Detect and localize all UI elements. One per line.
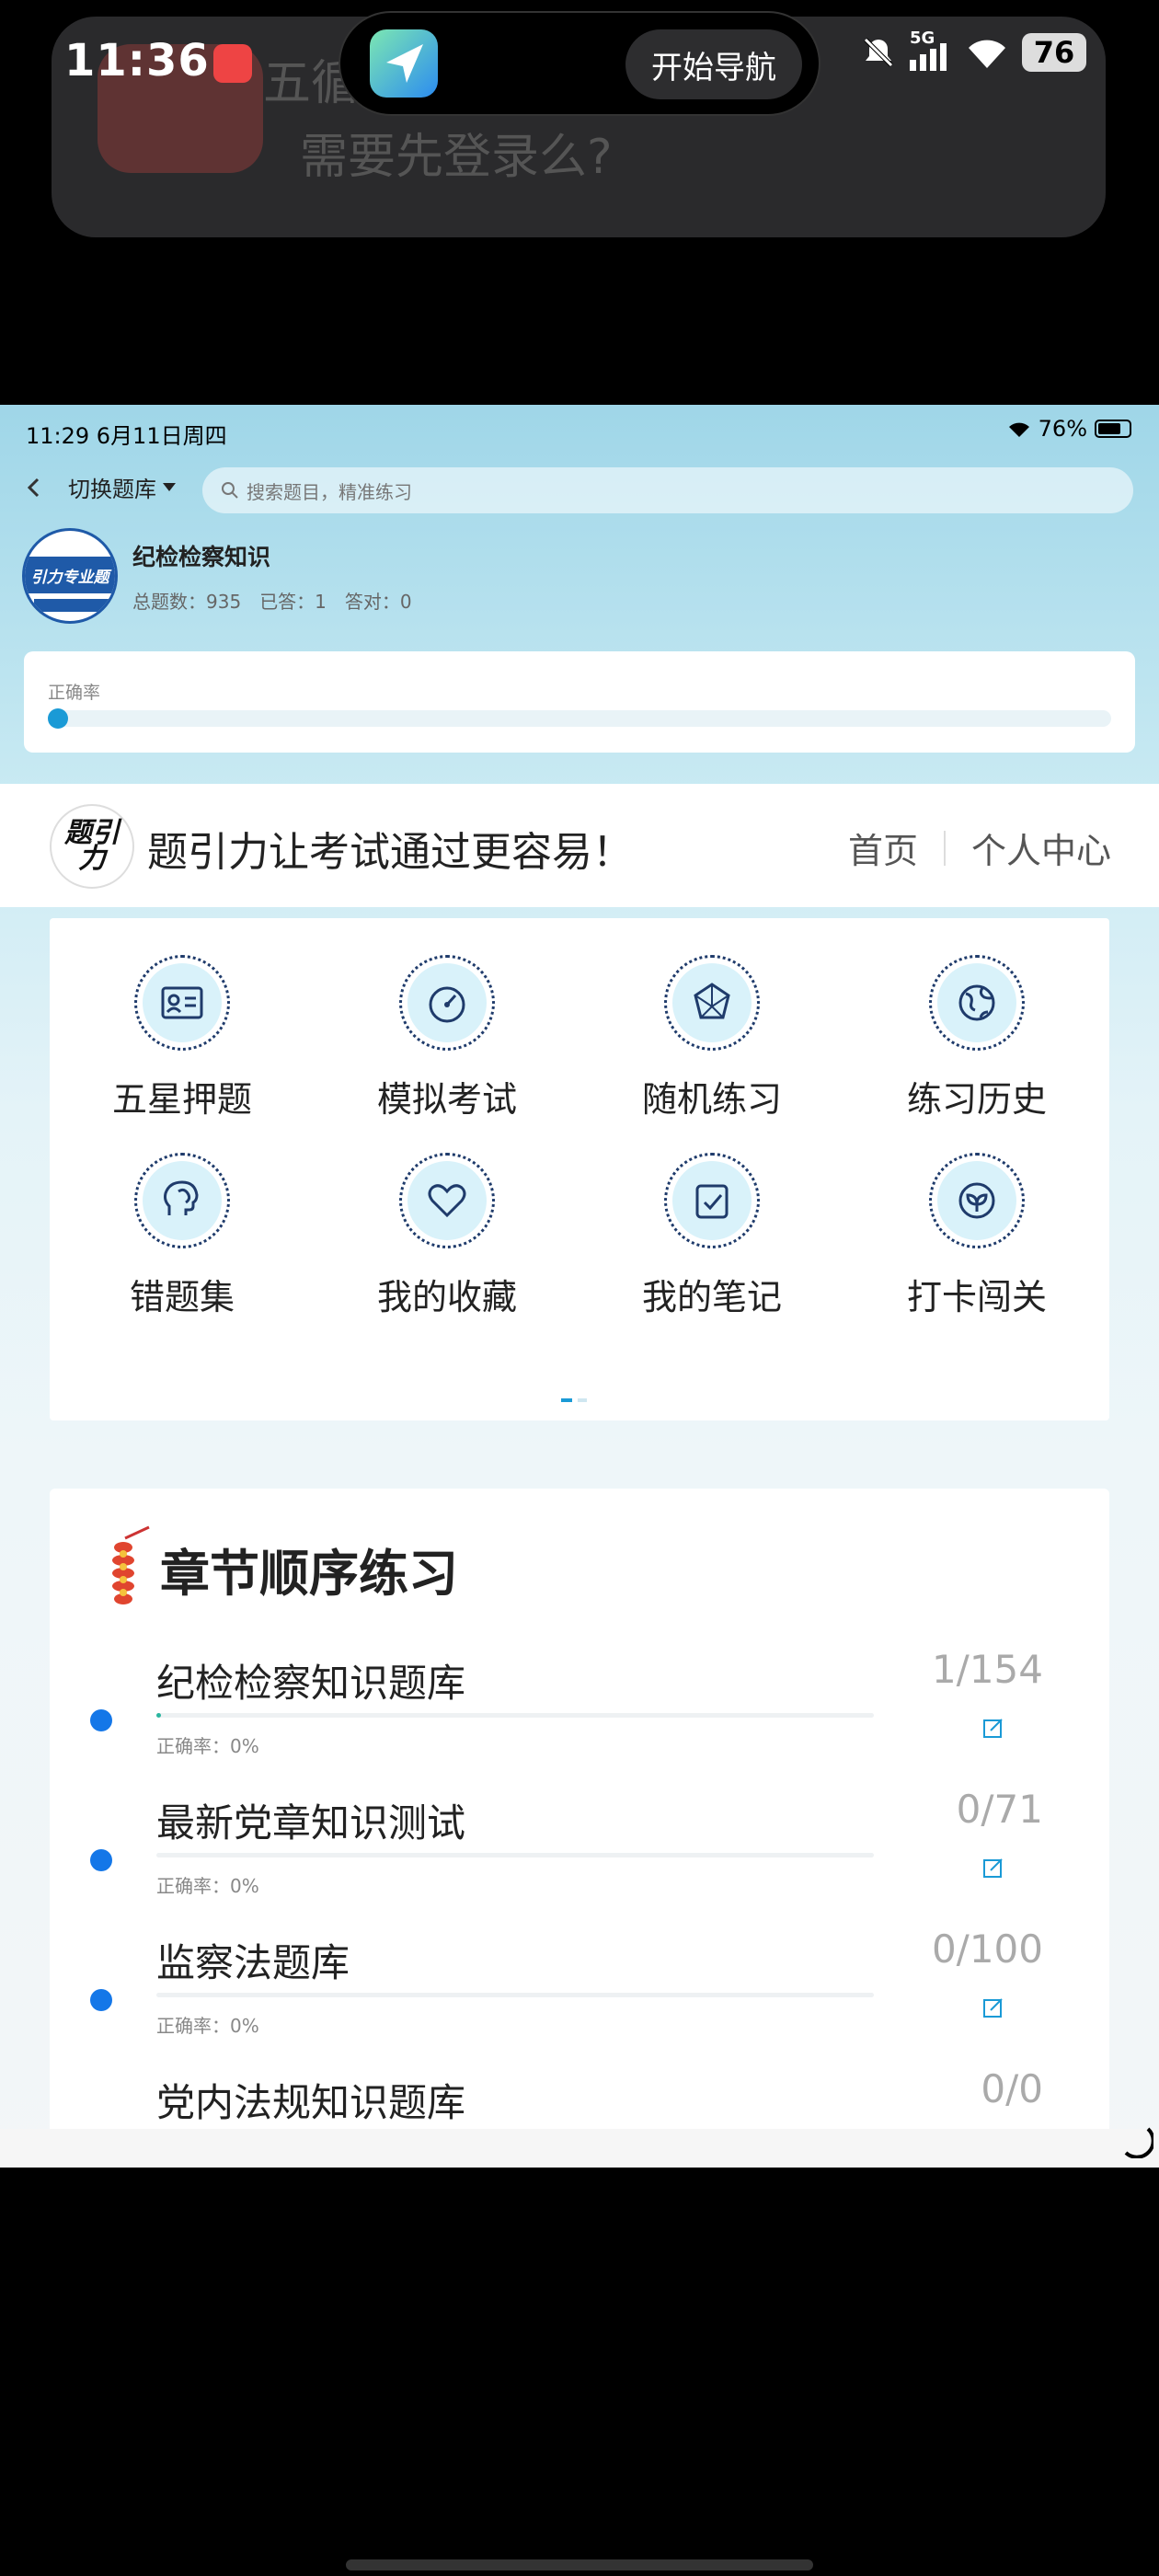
page-indicator (561, 1398, 587, 1402)
app-bottom-bar (0, 2129, 1159, 2168)
feature-history[interactable]: 练习历史 (844, 955, 1109, 1121)
chapter-count: 1/154 (931, 1647, 1043, 1692)
accuracy-progress-dot (48, 708, 68, 729)
brand-slogan: 题引力让考试通过更容易！ (147, 829, 633, 876)
chapter-section-title: 章节顺序练习 (160, 1544, 458, 1603)
battery-indicator: 76 (1022, 33, 1086, 72)
edit-icon[interactable] (982, 1717, 1004, 1739)
notification-body: 需要先登录么? (300, 130, 613, 185)
battery-percent: 76% (1038, 416, 1087, 442)
wifi-icon (969, 40, 1005, 68)
firecracker-icon (112, 1525, 150, 1604)
home-indicator[interactable] (346, 2559, 813, 2570)
feature-notes[interactable]: 我的笔记 (580, 1153, 844, 1319)
search-icon (222, 482, 238, 499)
chapter-progress-bar (156, 1853, 874, 1857)
edit-icon[interactable] (982, 1996, 1004, 2018)
feature-grid-card: 五星押题 模拟考试 随机练习 练习历史 错题集 我的收藏 我的笔记 打卡闯关 (50, 918, 1109, 1420)
chapter-bullet (90, 1709, 112, 1731)
globe-icon (958, 984, 995, 1021)
feature-label: 随机练习 (641, 1079, 782, 1120)
edit-icon[interactable] (982, 1857, 1004, 1879)
feature-wrong-questions[interactable]: 错题集 (50, 1153, 315, 1319)
accuracy-progress-bar (48, 708, 1111, 729)
back-arrow-icon[interactable] (22, 476, 46, 500)
feature-label: 打卡闯关 (906, 1277, 1047, 1317)
feature-label: 错题集 (129, 1277, 235, 1317)
feature-label: 我的收藏 (376, 1277, 517, 1317)
chapter-practice-card: 章节顺序练习 纪检检察知识题库 正确率：0% 1/154 最新党章知识测试 正确… (50, 1489, 1109, 2168)
app-status-time: 11:29 6月11日周四 (26, 423, 227, 449)
correct-count: 答对：0 (344, 591, 412, 613)
app-status-right: 76% (1007, 416, 1131, 442)
id-card-icon (161, 986, 203, 1019)
answered-count: 已答：1 (259, 591, 327, 613)
feature-label: 五星押题 (111, 1079, 252, 1120)
chapter-count: 0/71 (956, 1787, 1043, 1832)
bank-name: 纪检检察知识 (132, 544, 271, 570)
search-placeholder: 搜索题目，精准练习 (247, 480, 412, 503)
notification-app-icon (213, 44, 252, 83)
app-screen: 11:29 6月11日周四 76% 切换题库 搜索题目，精准练习 引力专业题 纪… (0, 405, 1159, 2168)
feature-label: 我的笔记 (641, 1277, 782, 1317)
chapter-accuracy: 正确率：0% (156, 2015, 259, 2037)
system-status-icons: 5G 76 (860, 29, 1086, 72)
bank-logo: 引力专业题 (22, 528, 118, 624)
chapter-bullet (90, 1849, 112, 1871)
brain-icon (164, 1180, 199, 1215)
feature-random-practice[interactable]: 随机练习 (580, 955, 844, 1121)
navigation-app-icon (370, 29, 438, 98)
loading-spinner-icon (1124, 2127, 1153, 2158)
nav-divider (943, 830, 946, 866)
chapter-count: 0/100 (931, 1926, 1043, 1972)
chapter-accuracy: 正确率：0% (156, 1735, 259, 1757)
accuracy-card: 正确率 (24, 651, 1135, 753)
total-count: 总题数：935 (132, 591, 242, 613)
chapter-name: 党内法规知识题库 (156, 2080, 466, 2125)
caret-down-icon (163, 482, 176, 491)
feature-label: 练习历史 (906, 1079, 1047, 1120)
note-check-icon (695, 1184, 729, 1219)
chapter-name: 最新党章知识测试 (156, 1800, 466, 1846)
chapter-row[interactable]: 监察法题库 正确率：0% 0/100 (50, 1926, 1109, 2072)
chapter-count: 0/0 (981, 2066, 1043, 2111)
switch-bank-label: 切换题库 (68, 477, 156, 502)
chapter-row[interactable]: 最新党章知识测试 正确率：0% 0/71 (50, 1787, 1109, 1932)
chapter-name: 监察法题库 (156, 1940, 350, 1985)
bank-stats: 总题数：935 已答：1 答对：0 (132, 587, 412, 614)
brand-header: 题引力 题引力让考试通过更容易！ 首页 个人中心 (0, 784, 1159, 907)
chapter-name: 纪检检察知识题库 (156, 1661, 466, 1706)
brand-logo: 题引力 (50, 804, 134, 889)
search-input[interactable]: 搜索题目，精准练习 (202, 467, 1133, 513)
chapter-row[interactable]: 纪检检察知识题库 正确率：0% 1/154 (50, 1647, 1109, 1792)
feature-five-star[interactable]: 五星押题 (50, 955, 315, 1121)
dice-icon (694, 983, 730, 1019)
chapter-bullet (90, 1989, 112, 2011)
dynamic-island[interactable]: 开始导航 (339, 11, 820, 116)
nav-profile-link[interactable]: 个人中心 (971, 822, 1111, 873)
nav-home-link[interactable]: 首页 (848, 822, 918, 873)
feature-mock-exam[interactable]: 模拟考试 (315, 955, 580, 1121)
chapter-progress-bar (156, 1713, 874, 1718)
system-clock: 11:36 (64, 35, 210, 86)
leaf-icon (958, 1182, 995, 1219)
accuracy-label: 正确率 (48, 683, 101, 703)
mute-bell-icon (864, 38, 893, 67)
chapter-progress-fill (156, 1713, 162, 1718)
chapter-accuracy: 正确率：0% (156, 1875, 259, 1897)
heart-icon (428, 1184, 466, 1218)
wifi-icon (1008, 422, 1029, 437)
feature-favorites[interactable]: 我的收藏 (315, 1153, 580, 1319)
speedometer-icon (429, 986, 465, 1023)
start-navigation-button[interactable]: 开始导航 (625, 29, 802, 99)
switch-bank-dropdown[interactable]: 切换题库 (68, 471, 177, 503)
chapter-progress-bar (156, 1993, 874, 1997)
battery-icon (1095, 420, 1131, 438)
feature-label: 模拟考试 (376, 1079, 517, 1120)
feature-check-in[interactable]: 打卡闯关 (844, 1153, 1109, 1319)
signal-icon: 5G (910, 29, 952, 71)
